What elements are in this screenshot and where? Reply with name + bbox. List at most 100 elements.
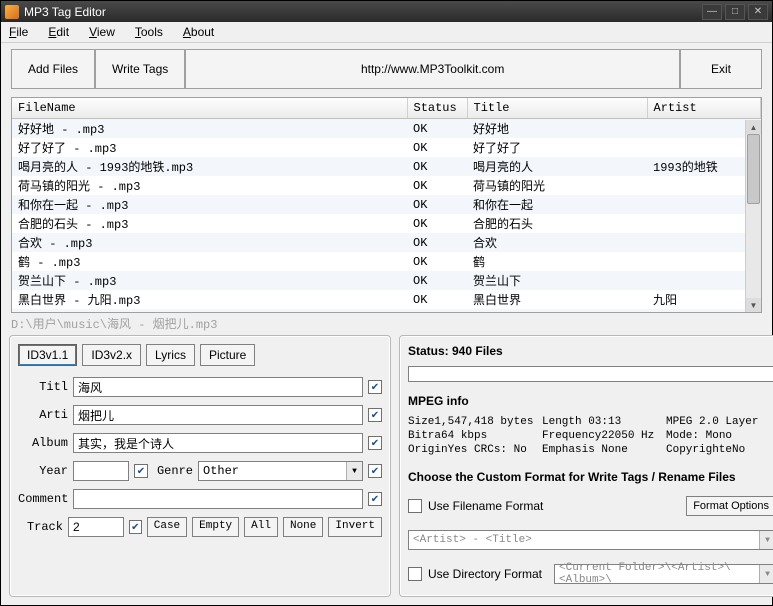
album-input[interactable] bbox=[73, 433, 363, 453]
info-layer: MPEG 2.0 Layer bbox=[666, 416, 773, 428]
cell-title: 荷马镇的阳光 bbox=[467, 176, 647, 195]
cell-title: 贺兰山下 bbox=[467, 271, 647, 290]
cell-artist: 1993的地铁 bbox=[647, 157, 761, 176]
directory-format-value: <Current Folder>\<Artist>\<Album>\ bbox=[555, 562, 759, 586]
vertical-scrollbar[interactable]: ▲ ▼ bbox=[745, 120, 761, 312]
table-row[interactable]: 鹤 - .mp3OK鹤 bbox=[12, 252, 761, 271]
artist-input[interactable] bbox=[73, 405, 363, 425]
track-input[interactable] bbox=[68, 517, 124, 537]
none-button[interactable]: None bbox=[283, 517, 323, 537]
tab-id3v1[interactable]: ID3v1.1 bbox=[18, 344, 77, 366]
minimize-button[interactable]: — bbox=[702, 4, 722, 20]
app-icon bbox=[5, 5, 19, 19]
add-files-button[interactable]: Add Files bbox=[11, 49, 95, 89]
cell-filename: 好了好了 - .mp3 bbox=[12, 138, 407, 157]
menu-tools[interactable]: Tools bbox=[135, 25, 163, 39]
cell-artist bbox=[647, 214, 761, 233]
cell-title: 和你在一起 bbox=[467, 195, 647, 214]
all-button[interactable]: All bbox=[244, 517, 278, 537]
year-checkbox[interactable]: ✔ bbox=[134, 464, 148, 478]
write-tags-button[interactable]: Write Tags bbox=[95, 49, 185, 89]
maximize-button[interactable]: □ bbox=[725, 4, 745, 20]
info-bitrate: Bitra64 kbps bbox=[408, 430, 538, 442]
year-input[interactable] bbox=[73, 461, 129, 481]
col-filename[interactable]: FileName bbox=[12, 98, 407, 119]
table-row[interactable]: 和你在一起 - .mp3OK和你在一起 bbox=[12, 195, 761, 214]
close-button[interactable]: ✕ bbox=[748, 4, 768, 20]
use-filename-checkbox[interactable] bbox=[408, 499, 422, 513]
cell-artist bbox=[647, 252, 761, 271]
comment-input[interactable] bbox=[73, 489, 363, 509]
menu-edit[interactable]: Edit bbox=[48, 25, 69, 39]
cell-status: OK bbox=[407, 157, 467, 176]
title-checkbox[interactable]: ✔ bbox=[368, 380, 382, 394]
case-button[interactable]: Case bbox=[147, 517, 187, 537]
album-checkbox[interactable]: ✔ bbox=[368, 436, 382, 450]
cell-filename: 荷马镇的阳光 - .mp3 bbox=[12, 176, 407, 195]
cell-filename: 合欢 - .mp3 bbox=[12, 233, 407, 252]
genre-checkbox[interactable]: ✔ bbox=[368, 464, 382, 478]
filename-format-dropdown[interactable]: <Artist> - <Title> ▼ bbox=[408, 530, 773, 550]
table-row[interactable]: 荷马镇的阳光 - .mp3OK荷马镇的阳光 bbox=[12, 176, 761, 195]
comment-label: Comment bbox=[18, 492, 68, 506]
cell-status: OK bbox=[407, 252, 467, 271]
cell-artist bbox=[647, 271, 761, 290]
cell-status: OK bbox=[407, 176, 467, 195]
cell-status: OK bbox=[407, 119, 467, 139]
scroll-thumb[interactable] bbox=[747, 134, 760, 204]
cell-status: OK bbox=[407, 271, 467, 290]
directory-format-dropdown[interactable]: <Current Folder>\<Artist>\<Album>\ ▼ bbox=[554, 564, 773, 584]
cell-artist bbox=[647, 195, 761, 214]
table-row[interactable]: 合肥的石头 - .mp3OK合肥的石头 bbox=[12, 214, 761, 233]
scroll-up-icon[interactable]: ▲ bbox=[746, 120, 761, 134]
menu-about[interactable]: About bbox=[183, 25, 214, 39]
scroll-down-icon[interactable]: ▼ bbox=[746, 298, 761, 312]
track-label: Track bbox=[18, 520, 63, 534]
use-directory-label: Use Directory Format bbox=[428, 567, 542, 581]
file-table[interactable]: FileName Status Title Artist 好好地 - .mp3O… bbox=[11, 97, 762, 313]
filename-format-value: <Artist> - <Title> bbox=[409, 534, 759, 546]
col-title[interactable]: Title bbox=[467, 98, 647, 119]
menu-view[interactable]: View bbox=[89, 25, 115, 39]
comment-checkbox[interactable]: ✔ bbox=[368, 492, 382, 506]
title-input[interactable] bbox=[73, 377, 363, 397]
exit-button[interactable]: Exit bbox=[680, 49, 762, 89]
cell-status: OK bbox=[407, 233, 467, 252]
toolbar: Add Files Write Tags http://www.MP3Toolk… bbox=[1, 43, 772, 95]
cell-status: OK bbox=[407, 195, 467, 214]
chevron-down-icon: ▼ bbox=[759, 565, 773, 583]
format-options-button[interactable]: Format Options bbox=[686, 496, 773, 516]
table-row[interactable]: 好好地 - .mp3OK好好地 bbox=[12, 119, 761, 139]
genre-dropdown[interactable]: Other ▼ bbox=[198, 461, 363, 481]
table-row[interactable]: 喝月亮的人 - 1993的地铁.mp3OK喝月亮的人1993的地铁 bbox=[12, 157, 761, 176]
artist-checkbox[interactable]: ✔ bbox=[368, 408, 382, 422]
table-row[interactable]: 好了好了 - .mp3OK好了好了 bbox=[12, 138, 761, 157]
cell-filename: 和你在一起 - .mp3 bbox=[12, 195, 407, 214]
track-checkbox[interactable]: ✔ bbox=[129, 520, 142, 534]
table-row[interactable]: 黑色的翅膀 - .mp3OK黑色的翅膀 bbox=[12, 309, 761, 313]
cell-filename: 合肥的石头 - .mp3 bbox=[12, 214, 407, 233]
tab-lyrics[interactable]: Lyrics bbox=[146, 344, 195, 366]
info-mode: Mode: Mono bbox=[666, 430, 773, 442]
col-artist[interactable]: Artist bbox=[647, 98, 761, 119]
cell-title: 合肥的石头 bbox=[467, 214, 647, 233]
tab-id3v2[interactable]: ID3v2.x bbox=[82, 344, 141, 366]
table-row[interactable]: 黑白世界 - 九阳.mp3OK黑白世界九阳 bbox=[12, 290, 761, 309]
chevron-down-icon: ▼ bbox=[759, 531, 773, 549]
cell-artist bbox=[647, 309, 761, 313]
menu-file[interactable]: File bbox=[9, 25, 28, 39]
table-row[interactable]: 合欢 - .mp3OK合欢 bbox=[12, 233, 761, 252]
window-title: MP3 Tag Editor bbox=[24, 5, 702, 19]
invert-button[interactable]: Invert bbox=[328, 517, 382, 537]
cell-status: OK bbox=[407, 309, 467, 313]
url-button[interactable]: http://www.MP3Toolkit.com bbox=[185, 49, 680, 89]
tab-picture[interactable]: Picture bbox=[200, 344, 255, 366]
cell-title: 黑色的翅膀 bbox=[467, 309, 647, 313]
use-filename-label: Use Filename Format bbox=[428, 499, 680, 513]
col-status[interactable]: Status bbox=[407, 98, 467, 119]
album-label: Album bbox=[18, 436, 68, 450]
use-directory-checkbox[interactable] bbox=[408, 567, 422, 581]
table-row[interactable]: 贺兰山下 - .mp3OK贺兰山下 bbox=[12, 271, 761, 290]
empty-button[interactable]: Empty bbox=[192, 517, 239, 537]
cell-filename: 黑色的翅膀 - .mp3 bbox=[12, 309, 407, 313]
